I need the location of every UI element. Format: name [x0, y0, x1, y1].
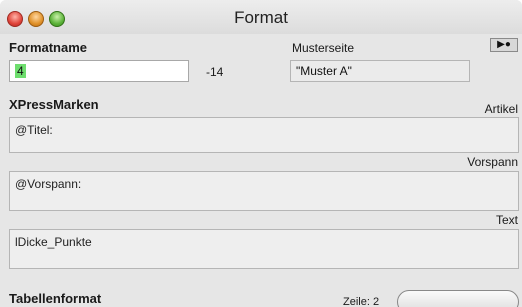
musterseite-field[interactable]: "Muster A"	[290, 60, 470, 82]
formatname-input[interactable]: 4	[9, 60, 189, 82]
section-label-vorspann: Vorspann	[467, 155, 518, 169]
section-label-text: Text	[495, 213, 518, 227]
title-bar[interactable]: Format	[0, 0, 522, 34]
popup-menu-icon[interactable]: ▶●	[490, 38, 518, 52]
vorspann-area[interactable]: @Vorspann:	[9, 171, 519, 211]
formatname-value: 4	[15, 64, 26, 78]
formatname-label: Formatname	[9, 40, 88, 55]
text-area[interactable]: lDicke_Punkte	[9, 229, 519, 269]
format-window: Format Formatname 4 -14 Musterseite ▶● "…	[0, 0, 522, 307]
musterseite-label: Musterseite	[292, 41, 355, 55]
zeile-status: Zeile: 2	[343, 296, 380, 307]
formatname-suffix: -14	[206, 65, 224, 79]
xpressmarken-heading: XPressMarken	[9, 97, 99, 112]
table-format-button[interactable]	[397, 290, 519, 307]
tabellenformat-heading: Tabellenformat	[9, 291, 102, 306]
artikel-area[interactable]: @Titel:	[9, 117, 519, 153]
section-label-artikel: Artikel	[484, 102, 518, 116]
window-title: Format	[234, 8, 288, 27]
